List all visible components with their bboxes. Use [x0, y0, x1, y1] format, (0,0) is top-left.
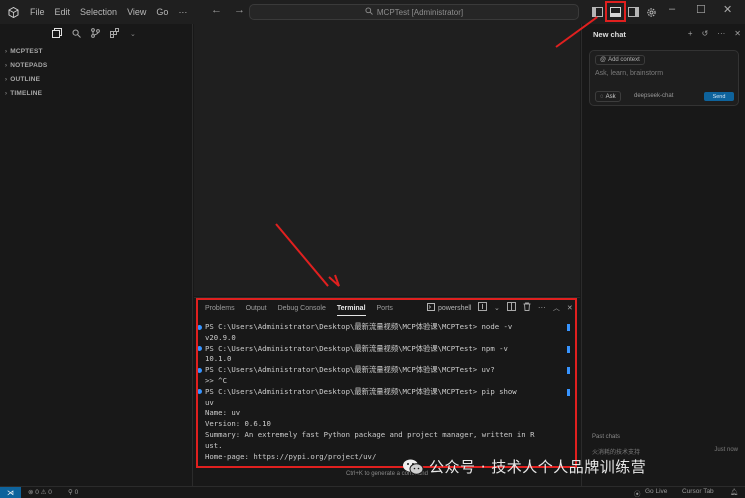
close-chat-icon[interactable]: ✕: [734, 29, 741, 38]
chevron-down-icon[interactable]: ⌄: [130, 30, 136, 38]
toggle-secondary-sidebar-icon[interactable]: [625, 4, 641, 20]
extensions-icon[interactable]: [110, 28, 120, 40]
section-mcptest[interactable]: › MCPTEST: [5, 48, 43, 55]
section-outline-label: OUTLINE: [10, 76, 41, 83]
history-icon[interactable]: ↺: [702, 29, 709, 38]
section-mcptest-label: MCPTEST: [10, 48, 43, 55]
at-sign-icon: @: [600, 57, 607, 63]
section-timeline[interactable]: › TIMELINE: [5, 90, 42, 97]
section-notepads[interactable]: › NOTEPADS: [5, 62, 47, 69]
broadcast-icon: ⦿: [634, 491, 641, 498]
wechat-watermark: 公众号 · 技术人个人品牌训练营: [402, 456, 646, 477]
menu-edit[interactable]: Edit: [55, 7, 71, 17]
chevron-right-icon: ›: [5, 48, 8, 55]
past-chat-title: 火消耗的技术支持: [592, 450, 641, 456]
search-icon[interactable]: [72, 29, 81, 40]
menu-view[interactable]: View: [127, 7, 146, 17]
chat-input-placeholder[interactable]: Ask, learn, brainstorm: [595, 70, 663, 77]
annotation-highlight-toggle-panel: [605, 1, 626, 22]
menu-selection[interactable]: Selection: [80, 7, 117, 17]
editor-area[interactable]: [194, 24, 580, 296]
chat-mode-icon: ◌: [600, 93, 604, 100]
mode-label: Ask: [605, 93, 616, 100]
annotation-arrowhead: [328, 274, 340, 287]
back-arrow-icon[interactable]: ←: [211, 4, 222, 16]
mode-selector-button[interactable]: ◌ Ask: [595, 91, 621, 102]
remote-indicator-icon[interactable]: ⋊: [0, 487, 21, 498]
more-options-icon[interactable]: ···: [717, 29, 725, 38]
annotation-highlight-terminal: [196, 298, 577, 468]
past-chat-time: Just now: [714, 447, 738, 453]
menu-more[interactable]: ···: [178, 7, 187, 17]
command-center-search[interactable]: MCPTest [Administrator]: [249, 4, 579, 20]
chat-title: New chat: [593, 30, 626, 39]
chevron-right-icon: ›: [5, 90, 8, 97]
command-center-text: MCPTest [Administrator]: [376, 7, 464, 17]
maximize-icon[interactable]: ☐: [696, 3, 706, 16]
past-chats-heading: Past chats: [592, 434, 621, 440]
go-live-button[interactable]: Go Live: [645, 488, 667, 495]
section-timeline-label: TIMELINE: [10, 90, 43, 97]
cursor-tab-status[interactable]: Cursor Tab: [682, 488, 714, 495]
chevron-right-icon: ›: [5, 62, 8, 69]
close-window-icon[interactable]: ✕: [723, 3, 732, 16]
wechat-logo-icon: [403, 459, 424, 475]
add-context-button[interactable]: @ Add context: [595, 55, 645, 65]
explorer-icon[interactable]: [52, 28, 62, 40]
status-bar: ⋊ ⊗ 0 ⚠ 0 ⚲ 0 ⦿ Go Live Cursor Tab 🔔︎: [0, 486, 745, 498]
send-button[interactable]: Send: [704, 92, 734, 101]
model-selector[interactable]: deepseek-chat: [634, 93, 673, 99]
watermark-text: 公众号 · 技术人个人品牌训练营: [429, 458, 647, 476]
problems-status[interactable]: ⊗ 0 ⚠ 0: [28, 488, 52, 496]
minimize-icon[interactable]: –: [669, 3, 675, 15]
ports-status[interactable]: ⚲ 0: [68, 488, 78, 496]
menu-file[interactable]: File: [30, 7, 45, 17]
explorer-sidebar: ⌄ › MCPTEST › NOTEPADS › OUTLINE › TIMEL…: [0, 24, 193, 486]
past-chat-item[interactable]: 火消耗的技术支持 Just now: [592, 447, 738, 456]
search-icon: [365, 7, 373, 17]
section-outline[interactable]: › OUTLINE: [5, 76, 40, 83]
menu-go[interactable]: Go: [156, 7, 168, 17]
title-bar: File Edit Selection View Go ··· ← → MCPT…: [0, 0, 745, 24]
notification-bell-icon[interactable]: 🔔︎: [730, 488, 738, 496]
new-chat-plus-icon[interactable]: +: [688, 29, 693, 38]
section-notepads-label: NOTEPADS: [10, 62, 48, 69]
source-control-icon[interactable]: [91, 28, 100, 40]
chat-panel: New chat + ↺ ··· ✕ @ Add context Ask, le…: [581, 24, 745, 486]
add-context-label: Add context: [608, 57, 640, 63]
chevron-right-icon: ›: [5, 76, 8, 83]
chat-input-box[interactable]: @ Add context Ask, learn, brainstorm ◌ A…: [589, 50, 739, 106]
forward-arrow-icon[interactable]: →: [234, 4, 245, 16]
cursor-logo-icon: [6, 5, 20, 19]
settings-gear-icon[interactable]: [643, 4, 659, 20]
